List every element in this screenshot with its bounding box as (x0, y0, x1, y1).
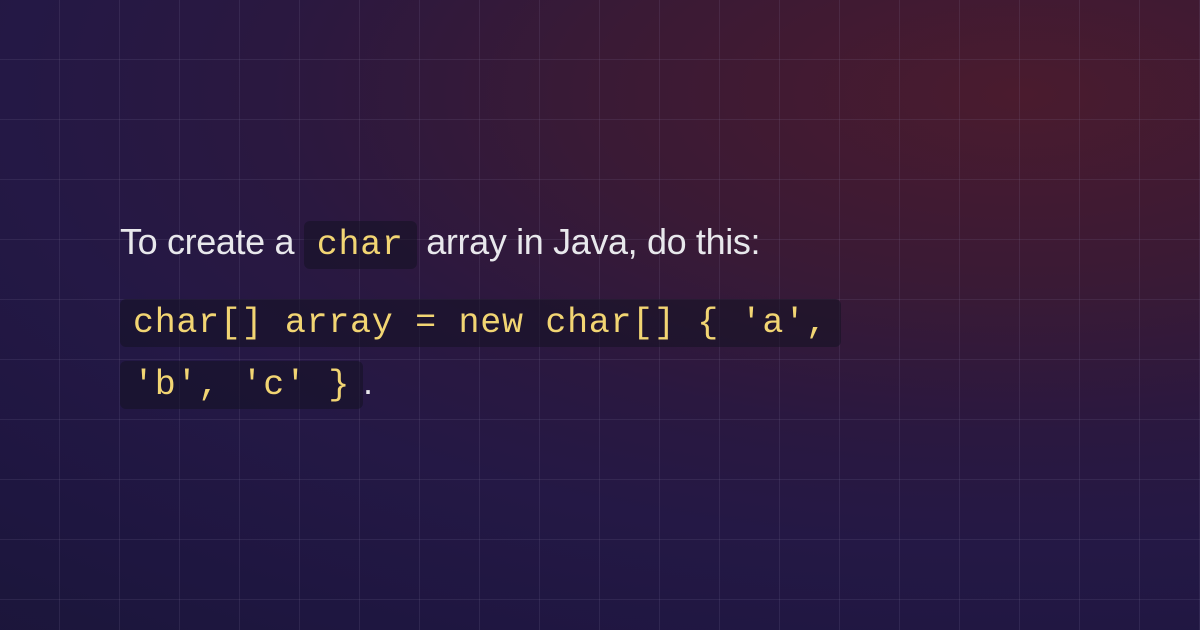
text-line-2: char[] array = new char[] { 'a', 'b', 'c… (120, 290, 1080, 416)
inline-code-block: char[] array = new char[] { 'a', (120, 299, 841, 347)
text-segment: . (363, 361, 373, 402)
text-segment: To create a (120, 221, 304, 262)
text-segment: array in Java, do this: (417, 221, 761, 262)
text-line-1: To create a char array in Java, do this: (120, 215, 1080, 272)
content-block: To create a char array in Java, do this:… (120, 215, 1080, 415)
inline-code-block: 'b', 'c' } (120, 361, 363, 409)
inline-code: char (304, 221, 417, 269)
